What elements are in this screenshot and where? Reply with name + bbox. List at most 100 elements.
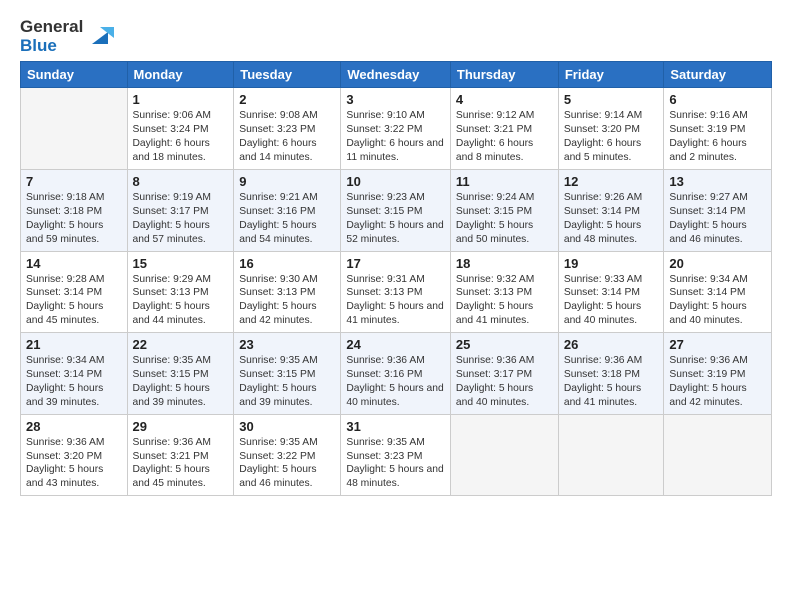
day-number: 19 [564, 256, 659, 271]
calendar-cell: 5 Sunrise: 9:14 AMSunset: 3:20 PMDaylight… [558, 88, 664, 170]
cell-info: Sunrise: 9:28 AMSunset: 3:14 PMDaylight:… [26, 273, 122, 329]
day-number: 2 [239, 92, 335, 107]
calendar-cell: 21 Sunrise: 9:34 AMSunset: 3:14 PMDayligh… [21, 333, 128, 415]
cell-info: Sunrise: 9:35 AMSunset: 3:15 PMDaylight:… [239, 354, 335, 410]
cell-info: Sunrise: 9:32 AMSunset: 3:13 PMDaylight:… [456, 273, 553, 329]
calendar-cell: 2 Sunrise: 9:08 AMSunset: 3:23 PMDaylight… [234, 88, 341, 170]
page: General Blue SundayMondayTuesdayWednesda… [0, 0, 792, 612]
header: General Blue [20, 18, 772, 55]
calendar-cell: 4 Sunrise: 9:12 AMSunset: 3:21 PMDaylight… [450, 88, 558, 170]
weekday-header-friday: Friday [558, 62, 664, 88]
day-number: 30 [239, 419, 335, 434]
cell-info: Sunrise: 9:36 AMSunset: 3:19 PMDaylight:… [669, 354, 766, 410]
calendar-cell: 29Sunrise: 9:36 AMSunset: 3:21 PMDayligh… [127, 414, 234, 496]
logo-general: General [20, 18, 83, 37]
calendar-cell: 3 Sunrise: 9:10 AMSunset: 3:22 PMDaylight… [341, 88, 451, 170]
day-number: 11 [456, 174, 553, 189]
weekday-header-row: SundayMondayTuesdayWednesdayThursdayFrid… [21, 62, 772, 88]
cell-info: Sunrise: 9:36 AMSunset: 3:18 PMDaylight:… [564, 354, 659, 410]
calendar-cell: 20Sunrise: 9:34 AMSunset: 3:14 PMDayligh… [664, 251, 772, 333]
calendar-cell: 24 Sunrise: 9:36 AMSunset: 3:16 PMDayligh… [341, 333, 451, 415]
day-number: 27 [669, 337, 766, 352]
calendar-cell: 27 Sunrise: 9:36 AMSunset: 3:19 PMDayligh… [664, 333, 772, 415]
day-number: 15 [133, 256, 229, 271]
day-number: 13 [669, 174, 766, 189]
calendar-cell: 18 Sunrise: 9:32 AMSunset: 3:13 PMDayligh… [450, 251, 558, 333]
calendar-cell [21, 88, 128, 170]
day-number: 8 [133, 174, 229, 189]
cell-info: Sunrise: 9:21 AMSunset: 3:16 PMDaylight:… [239, 191, 335, 247]
day-number: 26 [564, 337, 659, 352]
day-number: 3 [346, 92, 445, 107]
week-row-3: 14Sunrise: 9:28 AMSunset: 3:14 PMDayligh… [21, 251, 772, 333]
day-number: 21 [26, 337, 122, 352]
calendar-cell: 1Sunrise: 9:06 AMSunset: 3:24 PMDaylight… [127, 88, 234, 170]
day-number: 29 [133, 419, 229, 434]
cell-info: Sunrise: 9:35 AMSunset: 3:15 PMDaylight:… [133, 354, 229, 410]
cell-info: Sunrise: 9:23 AMSunset: 3:15 PMDaylight:… [346, 191, 445, 247]
calendar: SundayMondayTuesdayWednesdayThursdayFrid… [20, 61, 772, 496]
cell-info: Sunrise: 9:33 AMSunset: 3:14 PMDaylight:… [564, 273, 659, 329]
calendar-cell: 16Sunrise: 9:30 AMSunset: 3:13 PMDayligh… [234, 251, 341, 333]
cell-info: Sunrise: 9:30 AMSunset: 3:13 PMDaylight:… [239, 273, 335, 329]
calendar-cell: 6Sunrise: 9:16 AMSunset: 3:19 PMDaylight… [664, 88, 772, 170]
calendar-cell [558, 414, 664, 496]
day-number: 10 [346, 174, 445, 189]
weekday-header-wednesday: Wednesday [341, 62, 451, 88]
day-number: 31 [346, 419, 445, 434]
day-number: 18 [456, 256, 553, 271]
calendar-cell: 13 Sunrise: 9:27 AMSunset: 3:14 PMDayligh… [664, 169, 772, 251]
calendar-cell [450, 414, 558, 496]
day-number: 5 [564, 92, 659, 107]
cell-info: Sunrise: 9:08 AMSunset: 3:23 PMDaylight:… [239, 109, 335, 165]
calendar-cell: 7 Sunrise: 9:18 AMSunset: 3:18 PMDaylight… [21, 169, 128, 251]
calendar-cell: 15Sunrise: 9:29 AMSunset: 3:13 PMDayligh… [127, 251, 234, 333]
cell-info: Sunrise: 9:27 AMSunset: 3:14 PMDaylight:… [669, 191, 766, 247]
cell-info: Sunrise: 9:10 AMSunset: 3:22 PMDaylight:… [346, 109, 445, 165]
day-number: 24 [346, 337, 445, 352]
weekday-header-thursday: Thursday [450, 62, 558, 88]
weekday-header-monday: Monday [127, 62, 234, 88]
calendar-cell: 14Sunrise: 9:28 AMSunset: 3:14 PMDayligh… [21, 251, 128, 333]
cell-info: Sunrise: 9:35 AMSunset: 3:23 PMDaylight:… [346, 436, 445, 492]
cell-info: Sunrise: 9:34 AMSunset: 3:14 PMDaylight:… [26, 354, 122, 410]
cell-info: Sunrise: 9:12 AMSunset: 3:21 PMDaylight:… [456, 109, 553, 165]
day-number: 4 [456, 92, 553, 107]
weekday-header-tuesday: Tuesday [234, 62, 341, 88]
calendar-cell: 28 Sunrise: 9:36 AMSunset: 3:20 PMDayligh… [21, 414, 128, 496]
logo-icon [86, 22, 114, 50]
cell-info: Sunrise: 9:35 AMSunset: 3:22 PMDaylight:… [239, 436, 335, 492]
cell-info: Sunrise: 9:36 AMSunset: 3:17 PMDaylight:… [456, 354, 553, 410]
week-row-2: 7 Sunrise: 9:18 AMSunset: 3:18 PMDaylight… [21, 169, 772, 251]
logo-blue: Blue [20, 37, 83, 56]
cell-info: Sunrise: 9:14 AMSunset: 3:20 PMDaylight:… [564, 109, 659, 165]
cell-info: Sunrise: 9:36 AMSunset: 3:16 PMDaylight:… [346, 354, 445, 410]
week-row-4: 21 Sunrise: 9:34 AMSunset: 3:14 PMDayligh… [21, 333, 772, 415]
weekday-header-saturday: Saturday [664, 62, 772, 88]
day-number: 12 [564, 174, 659, 189]
cell-info: Sunrise: 9:26 AMSunset: 3:14 PMDaylight:… [564, 191, 659, 247]
calendar-cell: 8Sunrise: 9:19 AMSunset: 3:17 PMDaylight… [127, 169, 234, 251]
day-number: 17 [346, 256, 445, 271]
cell-info: Sunrise: 9:18 AMSunset: 3:18 PMDaylight:… [26, 191, 122, 247]
day-number: 9 [239, 174, 335, 189]
cell-info: Sunrise: 9:24 AMSunset: 3:15 PMDaylight:… [456, 191, 553, 247]
week-row-5: 28 Sunrise: 9:36 AMSunset: 3:20 PMDayligh… [21, 414, 772, 496]
day-number: 20 [669, 256, 766, 271]
calendar-cell: 30 Sunrise: 9:35 AMSunset: 3:22 PMDayligh… [234, 414, 341, 496]
calendar-cell: 10 Sunrise: 9:23 AMSunset: 3:15 PMDayligh… [341, 169, 451, 251]
day-number: 22 [133, 337, 229, 352]
weekday-header-sunday: Sunday [21, 62, 128, 88]
day-number: 7 [26, 174, 122, 189]
cell-info: Sunrise: 9:31 AMSunset: 3:13 PMDaylight:… [346, 273, 445, 329]
calendar-cell: 12 Sunrise: 9:26 AMSunset: 3:14 PMDayligh… [558, 169, 664, 251]
calendar-cell: 19 Sunrise: 9:33 AMSunset: 3:14 PMDayligh… [558, 251, 664, 333]
calendar-cell: 17 Sunrise: 9:31 AMSunset: 3:13 PMDayligh… [341, 251, 451, 333]
day-number: 28 [26, 419, 122, 434]
calendar-cell: 31 Sunrise: 9:35 AMSunset: 3:23 PMDayligh… [341, 414, 451, 496]
cell-info: Sunrise: 9:36 AMSunset: 3:20 PMDaylight:… [26, 436, 122, 492]
day-number: 23 [239, 337, 335, 352]
day-number: 6 [669, 92, 766, 107]
calendar-cell [664, 414, 772, 496]
calendar-cell: 9 Sunrise: 9:21 AMSunset: 3:16 PMDaylight… [234, 169, 341, 251]
